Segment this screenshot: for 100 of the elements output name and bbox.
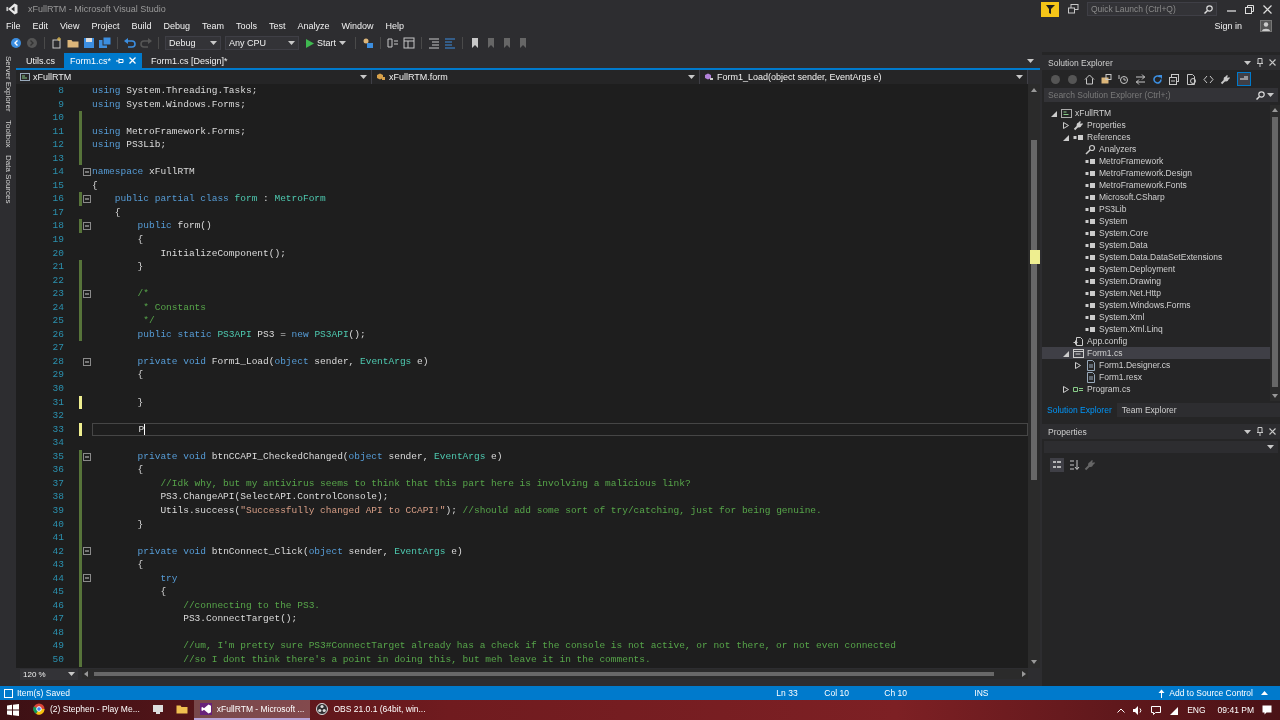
tree-item[interactable]: Form1.cs bbox=[1042, 347, 1270, 359]
tree-item[interactable]: System.Windows.Forms bbox=[1042, 299, 1270, 311]
tree-item[interactable]: xFullRTM bbox=[1042, 107, 1270, 119]
taskbar-app[interactable]: OBS 21.0.1 (64bit, win... bbox=[310, 700, 432, 720]
menu-item[interactable]: File bbox=[0, 18, 27, 34]
side-tab[interactable]: Toolbox bbox=[3, 119, 13, 148]
close-icon[interactable] bbox=[1269, 59, 1276, 66]
window-icon[interactable] bbox=[403, 37, 415, 49]
source-control-button[interactable]: Add to Source Control bbox=[1169, 688, 1268, 698]
tree-item[interactable]: System.Data bbox=[1042, 239, 1270, 251]
tree-item[interactable]: System.Xml bbox=[1042, 311, 1270, 323]
expander-icon[interactable] bbox=[1075, 361, 1081, 369]
home-icon[interactable] bbox=[1084, 73, 1095, 85]
member-dropdown[interactable]: Form1_Load(object sender, EventArgs e) bbox=[700, 70, 1028, 84]
tree-item[interactable]: MetroFramework bbox=[1042, 155, 1270, 167]
search-field[interactable]: Search Solution Explorer (Ctrl+;) bbox=[1044, 88, 1278, 102]
document-tab[interactable]: Form1.cs [Design]* bbox=[145, 53, 234, 68]
tree-item[interactable]: Properties bbox=[1042, 119, 1270, 131]
collapse-icon[interactable] bbox=[83, 452, 91, 461]
chat-icon[interactable] bbox=[1151, 705, 1162, 715]
expander-icon[interactable] bbox=[1051, 109, 1057, 117]
language-indicator[interactable]: ENG bbox=[1187, 705, 1206, 715]
sync-icon[interactable] bbox=[1135, 73, 1146, 85]
menu-item[interactable]: Edit bbox=[26, 18, 55, 34]
outdent-icon[interactable] bbox=[428, 37, 440, 49]
feedback-icon[interactable] bbox=[1068, 4, 1079, 14]
expander-icon[interactable] bbox=[1063, 133, 1069, 141]
tree-item[interactable]: Program.cs bbox=[1042, 383, 1270, 395]
menu-caret-icon[interactable] bbox=[1244, 60, 1251, 65]
collapse-icon[interactable] bbox=[83, 574, 91, 583]
configuration-dropdown[interactable]: Debug bbox=[165, 36, 221, 50]
search-icon[interactable] bbox=[1256, 90, 1265, 100]
attach-icon[interactable] bbox=[362, 37, 374, 49]
menu-item[interactable]: Project bbox=[85, 18, 126, 34]
scrollbar[interactable] bbox=[1270, 105, 1280, 401]
tree-item[interactable]: Form1.Designer.cs bbox=[1042, 359, 1270, 371]
tree-item[interactable]: System.Data.DataSetExtensions bbox=[1042, 251, 1270, 263]
collapse-icon[interactable] bbox=[83, 357, 91, 366]
tree-item[interactable]: Microsoft.CSharp bbox=[1042, 191, 1270, 203]
new-item-icon[interactable] bbox=[51, 37, 63, 49]
preview-icon[interactable] bbox=[1237, 72, 1251, 86]
menu-item[interactable]: Window bbox=[335, 18, 380, 34]
categorized-icon[interactable] bbox=[1050, 458, 1064, 472]
chevron-up-icon[interactable] bbox=[1117, 707, 1126, 713]
side-tab[interactable]: Data Sources bbox=[3, 155, 13, 204]
tree-item[interactable]: App.config bbox=[1042, 335, 1270, 347]
expander-icon[interactable] bbox=[1063, 385, 1069, 393]
expander-icon[interactable] bbox=[1063, 349, 1069, 357]
user-icon[interactable] bbox=[1260, 20, 1272, 32]
collapse-all-icon[interactable] bbox=[1169, 73, 1180, 85]
tree-item[interactable]: System.Deployment bbox=[1042, 263, 1270, 275]
clock[interactable]: 09:41 PM bbox=[1217, 705, 1254, 715]
menu-item[interactable]: View bbox=[54, 18, 86, 34]
code-icon[interactable] bbox=[1203, 73, 1214, 85]
start-button[interactable]: Start bbox=[303, 35, 349, 51]
refresh-icon[interactable] bbox=[1152, 73, 1163, 85]
menu-item[interactable]: Tools bbox=[229, 18, 263, 34]
close-icon[interactable] bbox=[1263, 4, 1272, 14]
panel-tab[interactable]: Solution Explorer bbox=[1042, 403, 1117, 417]
collapse-icon[interactable] bbox=[83, 289, 91, 298]
menu-item[interactable]: Team bbox=[195, 18, 230, 34]
save-icon[interactable] bbox=[83, 37, 95, 49]
menu-item[interactable]: Test bbox=[263, 18, 292, 34]
notification-icon[interactable] bbox=[1262, 705, 1272, 715]
menu-item[interactable]: Help bbox=[379, 18, 411, 34]
panel-tab[interactable]: Team Explorer bbox=[1116, 403, 1182, 417]
close-icon[interactable] bbox=[1269, 428, 1276, 435]
windows-icon[interactable] bbox=[7, 704, 19, 716]
show-files-icon[interactable] bbox=[1186, 73, 1197, 85]
menu-caret-icon[interactable] bbox=[1244, 429, 1251, 434]
scrollbar[interactable] bbox=[82, 669, 1028, 679]
wrench-icon[interactable] bbox=[1220, 73, 1231, 85]
bookmark-icon[interactable] bbox=[469, 37, 481, 49]
back-icon[interactable] bbox=[10, 37, 22, 49]
restore-icon[interactable] bbox=[1245, 4, 1254, 14]
sign-in-link[interactable]: Sign in bbox=[1214, 21, 1242, 31]
filter-icon[interactable] bbox=[1041, 1, 1059, 17]
zoom-dropdown[interactable]: 120 % bbox=[20, 668, 78, 680]
history-icon[interactable] bbox=[1118, 73, 1129, 85]
menu-item[interactable]: Analyze bbox=[291, 18, 336, 34]
collapse-icon[interactable] bbox=[83, 195, 91, 204]
tree-item[interactable]: MetroFramework.Fonts bbox=[1042, 179, 1270, 191]
speaker-icon[interactable] bbox=[1133, 705, 1144, 715]
tree-item[interactable]: MetroFramework.Design bbox=[1042, 167, 1270, 179]
collapse-icon[interactable] bbox=[83, 222, 91, 231]
expander-icon[interactable] bbox=[1063, 121, 1069, 129]
alphabetical-icon[interactable] bbox=[1068, 459, 1080, 471]
undo-icon[interactable] bbox=[124, 37, 136, 49]
menu-item[interactable]: Debug bbox=[157, 18, 196, 34]
switch-views-icon[interactable] bbox=[1101, 73, 1112, 85]
type-dropdown[interactable]: xFullRTM.form bbox=[372, 70, 700, 84]
collapse-icon[interactable] bbox=[83, 168, 91, 177]
tree-item[interactable]: System bbox=[1042, 215, 1270, 227]
search-icon[interactable] bbox=[1204, 4, 1213, 14]
pin-icon[interactable] bbox=[1257, 427, 1263, 436]
tree-item[interactable]: System.Net.Http bbox=[1042, 287, 1270, 299]
tree-item[interactable]: References bbox=[1042, 131, 1270, 143]
folder-icon[interactable] bbox=[67, 37, 79, 49]
tree-item[interactable]: System.Drawing bbox=[1042, 275, 1270, 287]
save-all-icon[interactable] bbox=[99, 37, 111, 49]
